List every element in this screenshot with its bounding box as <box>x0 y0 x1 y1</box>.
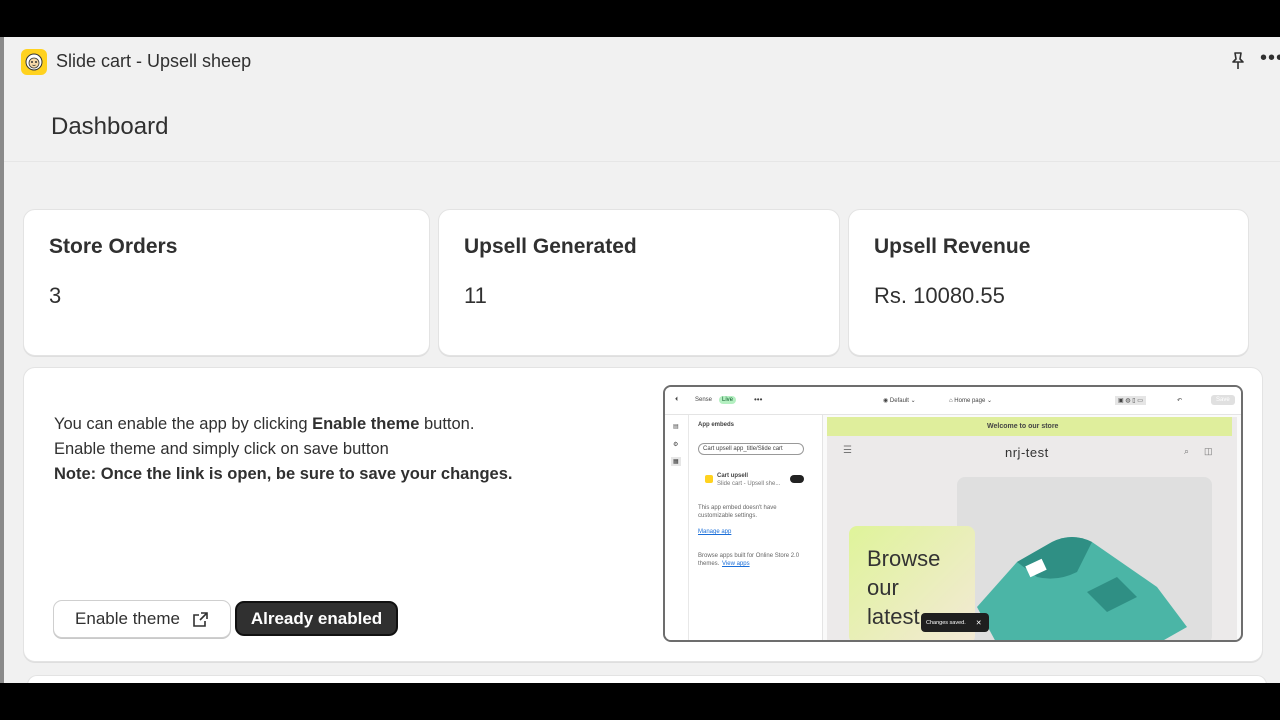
embed-name: Cart upsell <box>717 473 749 479</box>
hero-image <box>957 477 1212 640</box>
stat-card-upsell-generated: Upsell Generated 11 <box>438 209 840 356</box>
app-embeds-panel: App embeds Cart upsell app_title/Slide c… <box>689 415 823 640</box>
instruction-note: Note: Once the link is open, be sure to … <box>54 465 513 483</box>
search-icon: ⌕ <box>1184 446 1190 456</box>
embed-sub: Slide cart - Upsell she... <box>717 481 781 487</box>
more-options-icon[interactable]: ••• <box>1260 48 1280 71</box>
app-title-bar: Slide cart - Upsell sheep ••• <box>4 37 1280 87</box>
changes-saved-toast: Changes saved. ✕ <box>921 613 989 632</box>
store-name: nrj-test <box>1005 445 1049 460</box>
live-badge: Live <box>719 396 737 404</box>
embed-logo <box>705 475 713 483</box>
stat-label: Upsell Generated <box>464 235 637 258</box>
device-icons: ▣ ◍ ▯ ▭ <box>1115 396 1146 405</box>
cart-icon: ◫ <box>1204 446 1213 456</box>
external-link-icon <box>193 611 208 627</box>
page-header: Dashboard <box>4 87 1280 162</box>
editor-toolbar: ⏴ Sense Live ••• ◉ Default ⌄ ⌂ Home page… <box>665 387 1241 415</box>
stat-card-upsell-revenue: Upsell Revenue Rs. 10080.55 <box>848 209 1249 356</box>
next-card-edge <box>27 675 1267 683</box>
store-banner: Welcome to our store <box>827 417 1232 436</box>
theme-name: Sense <box>695 397 713 403</box>
no-settings-text: This app embed doesn't have <box>698 505 777 511</box>
app-title: Slide cart - Upsell sheep <box>56 51 252 71</box>
tshirt-image <box>977 537 1187 640</box>
panel-title: App embeds <box>698 422 735 428</box>
instructions: You can enable the app by clicking Enabl… <box>54 412 614 487</box>
page-select: ⌂ Home page ⌄ <box>949 398 993 404</box>
toast-text: Changes saved. <box>926 619 966 626</box>
close-icon: ✕ <box>975 619 982 627</box>
more-icon: ••• <box>754 395 763 404</box>
page-title: Dashboard <box>51 113 169 140</box>
instruction-line-1: You can enable the app by clicking Enabl… <box>54 415 475 433</box>
browse-text-2: themes. <box>698 561 720 567</box>
enable-theme-label: Enable theme <box>75 609 180 628</box>
save-button: Save <box>1211 395 1235 405</box>
embed-search: Cart upsell app_title/Slide cart <box>698 443 804 455</box>
stat-card-store-orders: Store Orders 3 <box>23 209 430 356</box>
app-frame: Slide cart - Upsell sheep ••• Dashboard … <box>0 37 1280 683</box>
store-preview: Welcome to our store ☰ nrj-test ⌕ ◫ Brow… <box>827 417 1237 640</box>
editor-sidebar: ▤ ⚙ ▦ <box>665 415 689 640</box>
stat-label: Upsell Revenue <box>874 235 1031 258</box>
already-enabled-button[interactable]: Already enabled <box>235 601 398 636</box>
theme-editor-preview-image: ⏴ Sense Live ••• ◉ Default ⌄ ⌂ Home page… <box>663 385 1243 642</box>
enable-theme-card: You can enable the app by clicking Enabl… <box>23 367 1263 662</box>
stat-label: Store Orders <box>49 235 178 258</box>
already-enabled-label: Already enabled <box>250 608 383 628</box>
sheep-logo-icon <box>21 49 47 75</box>
manage-app-link: Manage app <box>698 529 732 535</box>
enable-theme-button[interactable]: Enable theme <box>53 600 231 638</box>
banner-text: Welcome to our store <box>987 423 1059 430</box>
browse-text: Browse apps built for Online Store 2.0 <box>698 553 800 559</box>
embed-toggle <box>790 475 804 483</box>
view-apps-link: View apps <box>722 561 750 567</box>
instruction-line-2: Enable theme and simply click on save bu… <box>54 440 389 458</box>
stat-value: 3 <box>49 283 62 308</box>
undo-icon: ↶ <box>1177 398 1183 404</box>
exit-icon: ⏴ <box>675 397 679 403</box>
pin-icon[interactable] <box>1228 51 1248 71</box>
template-select: ◉ Default ⌄ <box>883 398 916 404</box>
stat-value: 11 <box>464 283 487 308</box>
stat-value: Rs. 10080.55 <box>874 283 1005 308</box>
menu-icon: ☰ <box>843 445 852 456</box>
no-settings-text-2: customizable settings. <box>698 513 758 519</box>
